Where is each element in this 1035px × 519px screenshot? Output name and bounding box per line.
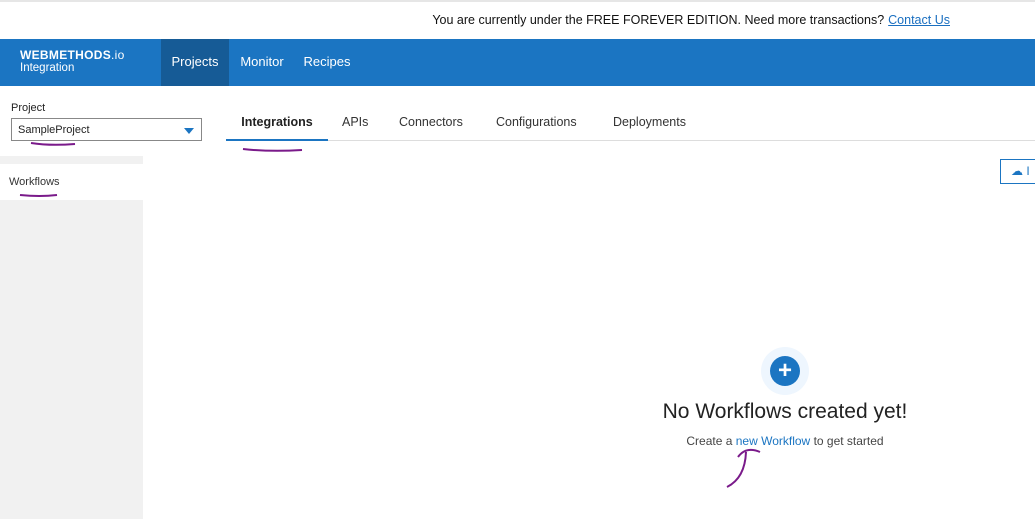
empty-subtitle: Create a new Workflow to get started bbox=[640, 434, 930, 448]
contact-us-link[interactable]: Contact Us bbox=[888, 13, 950, 27]
tab-connectors[interactable]: Connectors bbox=[399, 115, 463, 141]
banner-text: You are currently under the FREE FOREVER… bbox=[432, 13, 884, 27]
logo: WEBMETHODS.io Integration bbox=[20, 49, 125, 75]
logo-sub: Integration bbox=[20, 62, 125, 75]
nav-recipes[interactable]: Recipes bbox=[298, 39, 356, 86]
tab-deployments[interactable]: Deployments bbox=[613, 115, 686, 141]
logo-suffix: .io bbox=[111, 48, 125, 62]
project-select[interactable]: SampleProject bbox=[11, 118, 202, 141]
arrow-mark bbox=[727, 450, 760, 487]
project-select-value: SampleProject bbox=[18, 124, 90, 136]
edition-banner: You are currently under the FREE FOREVER… bbox=[0, 0, 1035, 38]
sidebar-item-workflows[interactable]: Workflows bbox=[0, 164, 143, 200]
sidebar: Workflows bbox=[0, 156, 143, 519]
underline-mark bbox=[243, 149, 302, 151]
cloud-download-icon: ☁ bbox=[1011, 164, 1023, 178]
plus-icon: + bbox=[770, 356, 800, 386]
empty-post: to get started bbox=[814, 434, 884, 448]
nav-monitor[interactable]: Monitor bbox=[233, 39, 291, 86]
nav-projects[interactable]: Projects bbox=[161, 39, 229, 86]
import-button-label: I bbox=[1026, 164, 1029, 178]
tab-bar: Integrations APIs Connectors Configurati… bbox=[226, 115, 1035, 141]
top-nav: WEBMETHODS.io Integration Projects Monit… bbox=[0, 39, 1035, 86]
logo-bold: WEBMETHODS bbox=[20, 48, 111, 62]
project-label: Project bbox=[11, 102, 45, 114]
underline-mark bbox=[31, 143, 75, 145]
add-workflow-button[interactable]: + bbox=[761, 347, 809, 395]
import-button[interactable]: ☁ I bbox=[1000, 159, 1035, 184]
empty-state: + No Workflows created yet! Create a new… bbox=[640, 347, 930, 448]
tab-integrations[interactable]: Integrations bbox=[226, 115, 328, 141]
tab-configurations[interactable]: Configurations bbox=[496, 115, 577, 141]
empty-pre: Create a bbox=[686, 434, 732, 448]
new-workflow-link[interactable]: new Workflow bbox=[736, 434, 810, 448]
empty-title: No Workflows created yet! bbox=[640, 400, 930, 424]
chevron-down-icon bbox=[184, 128, 194, 134]
tab-apis[interactable]: APIs bbox=[342, 115, 368, 141]
